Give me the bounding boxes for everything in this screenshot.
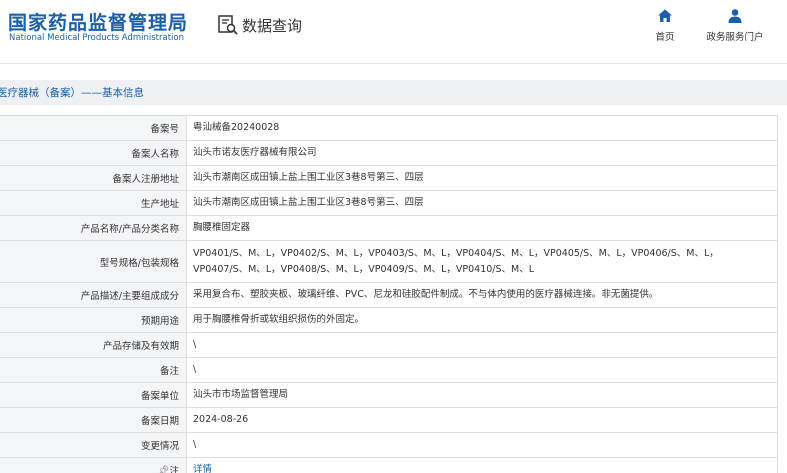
field-label: 变更情况 [0,432,187,458]
document-search-icon [218,15,238,35]
table-row: 备注 \ [0,357,778,383]
field-value: 粤汕械备20240028 [186,115,778,141]
note-label: 注 [169,466,179,473]
section-header: 医疗器械（备案）——基本信息 [0,80,787,105]
record-detail-table: 备案号 粤汕械备20240028 备案人名称 汕头市诺友医疗器械有限公司 备案人… [0,115,778,473]
pin-icon: 📌︎ [156,466,170,473]
field-value: 用于胸腰椎骨折或软组织损伤的外固定。 [186,307,778,333]
table-row: 备案人注册地址 汕头市潮南区成田镇上盐上围工业区3巷8号第三、四层 [0,165,778,191]
site-header: 国家药品监督管理局 National Medical Products Admi… [0,0,787,64]
site-logo-title[interactable]: 国家药品监督管理局 [8,8,188,35]
field-label: 型号规格/包装规格 [0,240,187,283]
nav-home-label: 首页 [655,32,675,43]
table-row: 产品名称/产品分类名称 胸腰椎固定器 [0,215,778,241]
home-icon [658,9,672,22]
field-label: 生产地址 [0,190,187,216]
table-row: 备案单位 汕头市市场监督管理局 [0,382,778,408]
table-row: 预期用途 用于胸腰椎骨折或软组织损伤的外固定。 [0,307,778,333]
field-label: 产品描述/主要组成成分 [0,282,187,308]
field-label: 产品存储及有效期 [0,332,187,358]
table-row: 备案人名称 汕头市诺友医疗器械有限公司 [0,140,778,166]
field-label: 备案人名称 [0,140,187,166]
field-label: 预期用途 [0,307,187,333]
nav-gov-service-label: 政务服务门户 [706,32,764,43]
table-row: 生产地址 汕头市潮南区成田镇上盐上围工业区3巷8号第三、四层 [0,190,778,216]
field-label: 备案号 [0,115,187,141]
table-row: 📌︎注 详情 [0,457,778,473]
field-value: \ [186,432,778,458]
user-icon [728,9,742,23]
field-label-note: 📌︎注 [0,457,187,473]
field-value: 采用复合布、塑胶夹板、玻璃纤维、PVC、尼龙和硅胶配件制成。不与体内使用的医疗器… [186,282,778,308]
table-row: 变更情况 \ [0,432,778,458]
table-row: 备案日期 2024-08-26 [0,407,778,433]
site-logo-subtitle: National Medical Products Administration [9,33,184,43]
detail-link[interactable]: 详情 [193,464,212,473]
section-title: 医疗器械（备案）——基本信息 [0,87,144,99]
table-row: 产品描述/主要组成成分 采用复合布、塑胶夹板、玻璃纤维、PVC、尼龙和硅胶配件制… [0,282,778,308]
field-value: 详情 [186,457,778,473]
table-row: 备案号 粤汕械备20240028 [0,115,778,141]
field-value: \ [186,332,778,358]
field-value: \ [186,357,778,383]
field-label: 备案日期 [0,407,187,433]
data-query-label: 数据查询 [242,16,303,35]
field-value: VP0401/S、M、L，VP0402/S、M、L，VP0403/S、M、L，V… [186,240,778,283]
data-query-heading: 数据查询 [217,14,302,36]
nav-gov-service-portal[interactable]: 政务服务门户 [700,8,770,43]
field-value: 汕头市诺友医疗器械有限公司 [186,140,778,166]
field-value: 2024-08-26 [186,407,778,433]
field-value: 汕头市潮南区成田镇上盐上围工业区3巷8号第三、四层 [186,165,778,191]
field-value: 汕头市市场监督管理局 [186,382,778,408]
field-label: 备案人注册地址 [0,165,187,191]
nav-home[interactable]: 首页 [648,8,682,43]
field-label: 备注 [0,357,187,383]
field-value: 汕头市潮南区成田镇上盐上围工业区3巷8号第三、四层 [186,190,778,216]
field-label: 备案单位 [0,382,187,408]
field-label: 产品名称/产品分类名称 [0,215,187,241]
table-row: 产品存储及有效期 \ [0,332,778,358]
field-value: 胸腰椎固定器 [186,215,778,241]
table-row: 型号规格/包装规格 VP0401/S、M、L，VP0402/S、M、L，VP04… [0,240,778,283]
